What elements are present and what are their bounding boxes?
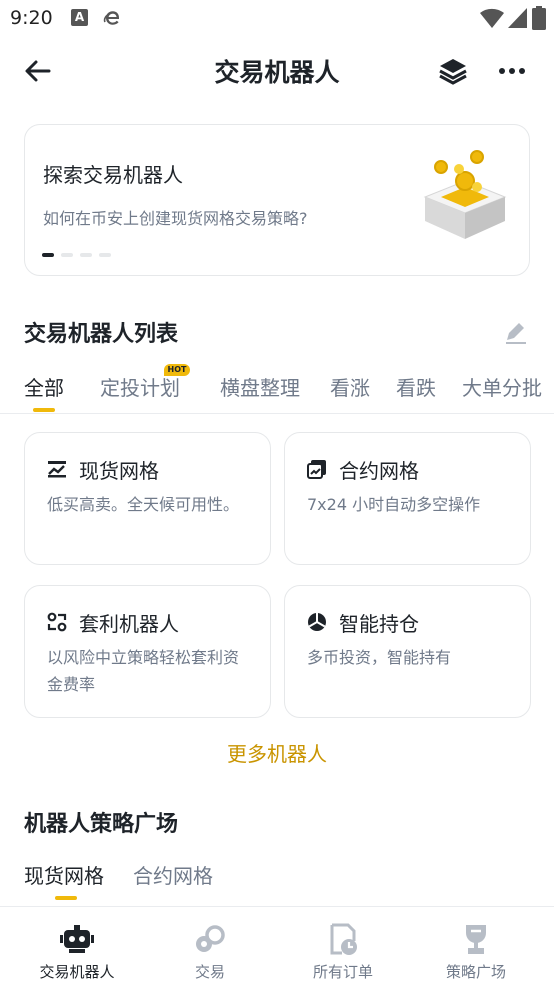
trade-icon	[196, 925, 225, 952]
trophy-icon	[466, 925, 486, 954]
nav-item-trade[interactable]: 交易	[141, 907, 279, 984]
bot-card-spot-grid[interactable]: 现货网格 低买高卖。全天候可用性。	[24, 432, 271, 565]
browser-notification-icon	[103, 11, 119, 25]
tab-dca[interactable]: 定投计划	[100, 372, 180, 401]
bot-card-futures-grid[interactable]: 合约网格 7x24 小时自动多空操作	[284, 432, 531, 565]
app-header: 交易机器人	[0, 38, 554, 104]
banner-title: 探索交易机器人	[43, 163, 183, 187]
academy-icon[interactable]	[437, 56, 469, 86]
tab-futures-grid[interactable]: 合约网格	[133, 860, 213, 889]
tab-twap[interactable]: 大单分批	[462, 372, 542, 401]
bot-card-title: 智能持仓	[339, 612, 419, 636]
nav-label: 所有订单	[312, 963, 373, 981]
bot-category-tabs: 全部 定投计划 横盘整理 看涨 看跌 大单分批	[0, 364, 554, 414]
nav-label: 策略广场	[445, 963, 506, 981]
bot-card-title: 合约网格	[339, 459, 419, 483]
rebalancing-icon	[308, 613, 326, 631]
tab-bearish[interactable]: 看跌	[396, 372, 436, 401]
bot-card-description: 多币投资，智能持有	[307, 648, 452, 667]
tab-sideways[interactable]: 横盘整理	[220, 372, 300, 401]
page-title: 交易机器人	[214, 58, 340, 87]
futures-grid-icon	[307, 460, 326, 479]
orders-icon	[330, 923, 357, 955]
status-indicators	[480, 6, 546, 30]
robot-icon	[60, 925, 94, 953]
active-subtab-indicator	[55, 896, 77, 900]
bottom-navigation: 交易机器人 交易 所有订单 策略广场	[0, 906, 554, 984]
promo-banner[interactable]: 探索交易机器人 如何在币安上创建现货网格交易策略?	[24, 124, 530, 276]
spot-grid-icon	[48, 461, 66, 478]
battery-icon	[532, 6, 546, 30]
nav-item-strategy-plaza[interactable]: 策略广场	[407, 907, 545, 984]
status-time: 9:20	[10, 7, 53, 29]
bot-card-description: 低买高卖。全天候可用性。	[47, 495, 240, 514]
app-notification-icon: A	[71, 9, 88, 26]
nav-label: 交易	[194, 963, 225, 981]
bot-card-arbitrage[interactable]: 套利机器人 以风险中立策略轻松套利资金费率	[24, 585, 271, 718]
pagination-dot	[61, 253, 73, 257]
bot-card-description: 7x24 小时自动多空操作	[307, 495, 481, 514]
nav-item-all-orders[interactable]: 所有订单	[274, 907, 412, 984]
strategy-section-title: 机器人策略广场	[24, 812, 179, 837]
tab-all[interactable]: 全部	[24, 372, 64, 401]
bot-card-title: 现货网格	[79, 459, 159, 483]
hot-badge: HOT	[164, 364, 190, 376]
tab-spot-grid[interactable]: 现货网格	[24, 860, 104, 889]
more-bots-link[interactable]: 更多机器人	[0, 738, 554, 767]
pagination-dot	[99, 253, 111, 257]
bots-section-title: 交易机器人列表	[24, 322, 179, 347]
bot-card-description: 以风险中立策略轻松套利资金费率	[47, 648, 240, 694]
nav-label: 交易机器人	[39, 963, 115, 981]
wifi-icon	[480, 8, 504, 28]
active-tab-indicator	[33, 408, 55, 412]
treasure-box-illustration	[423, 150, 507, 239]
nav-item-trading-bots[interactable]: 交易机器人	[8, 907, 146, 984]
pagination-dot-active	[42, 253, 54, 257]
signal-icon	[508, 8, 527, 28]
arbitrage-icon	[47, 612, 67, 632]
pagination-dot	[80, 253, 92, 257]
tab-bullish[interactable]: 看涨	[330, 372, 370, 401]
more-options-icon[interactable]	[496, 56, 528, 86]
bot-card-title: 套利机器人	[79, 612, 179, 636]
banner-subtitle: 如何在币安上创建现货网格交易策略?	[43, 209, 308, 228]
edit-icon[interactable]	[502, 318, 530, 346]
status-bar: 9:20 A	[0, 0, 554, 38]
bot-card-rebalancing[interactable]: 智能持仓 多币投资，智能持有	[284, 585, 531, 718]
banner-pagination	[42, 253, 111, 257]
